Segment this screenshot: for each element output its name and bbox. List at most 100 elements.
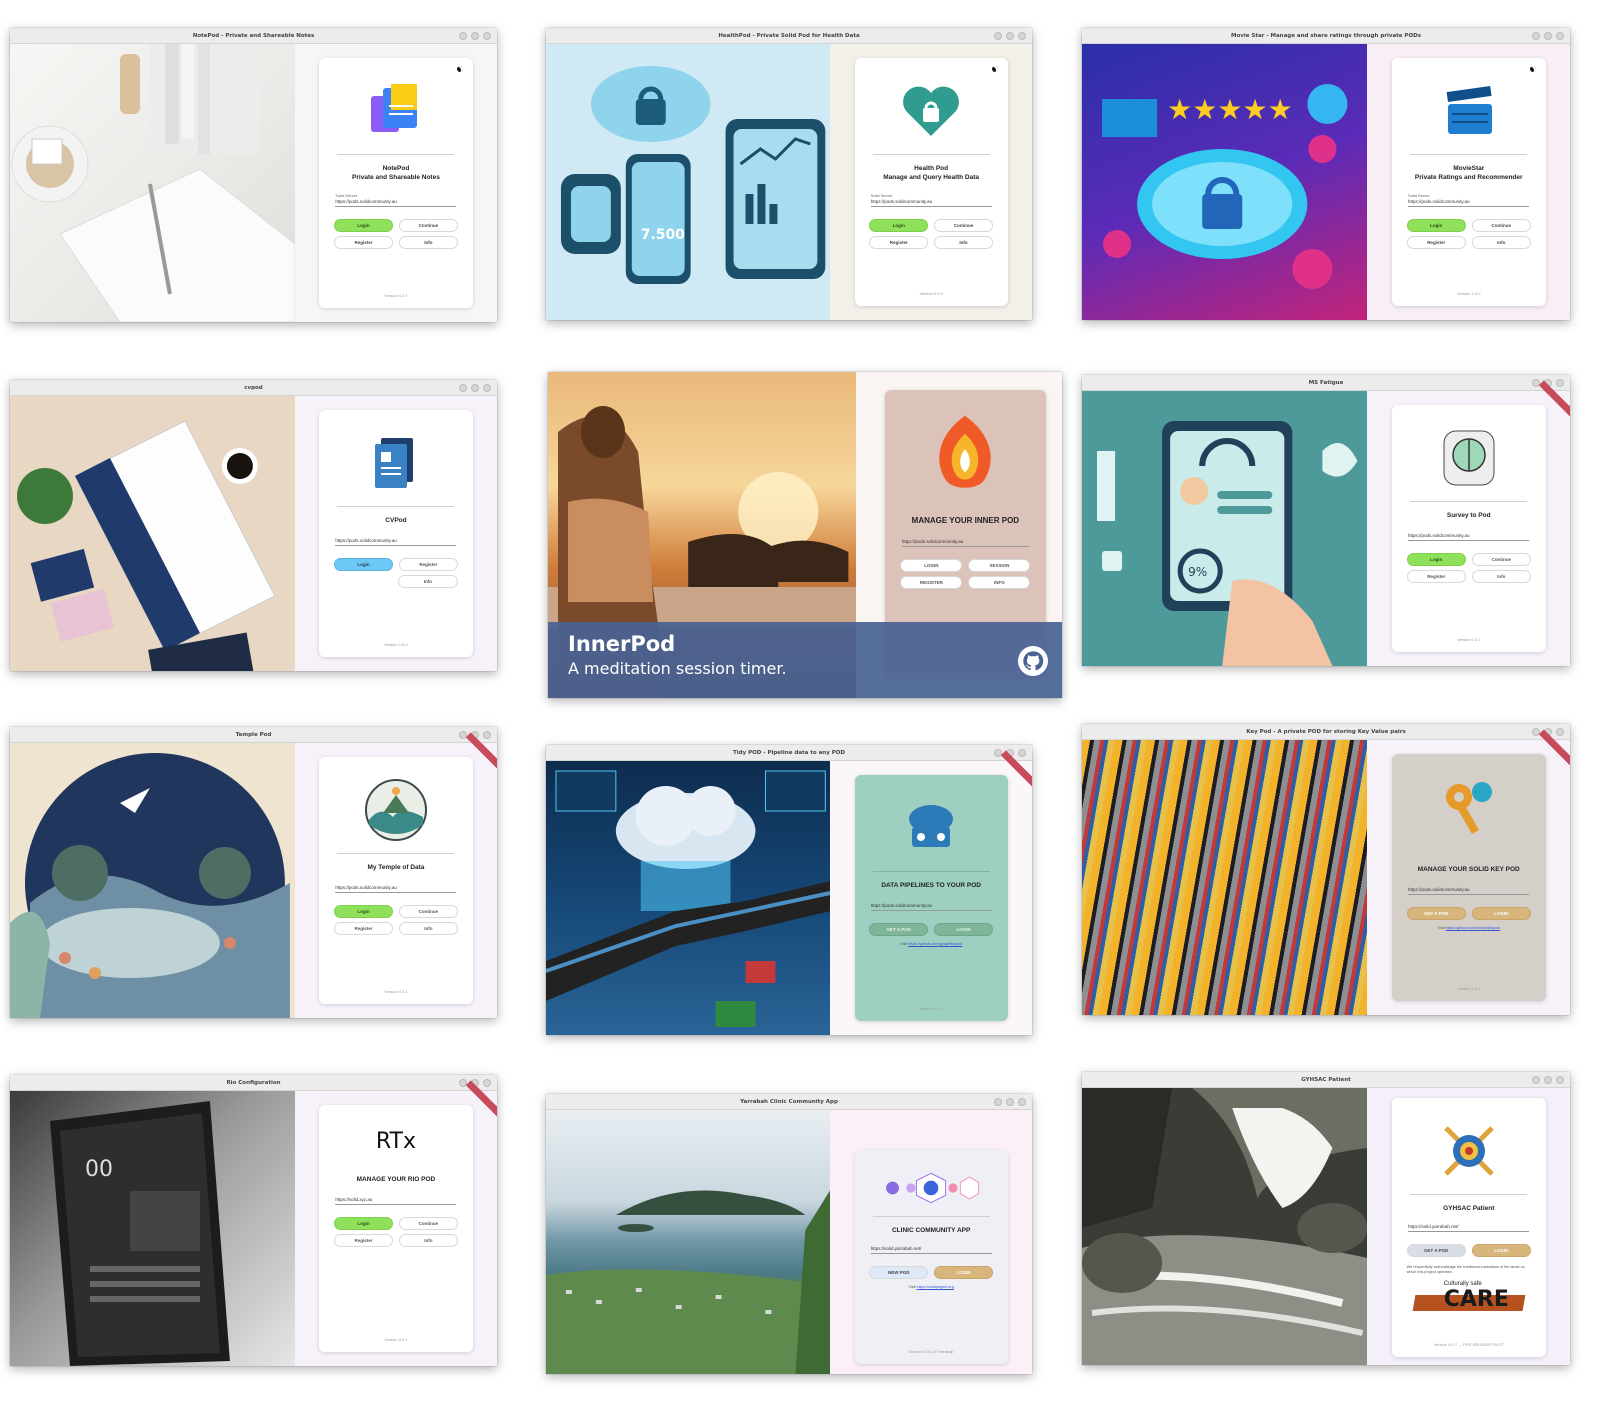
register-button[interactable]: Register: [334, 235, 393, 249]
minimize-button[interactable]: [1532, 1076, 1540, 1084]
maximize-button[interactable]: [471, 32, 479, 40]
minimize-button[interactable]: [459, 384, 467, 392]
titlebar[interactable]: HealthPod - Private Solid Pod for Health…: [546, 28, 1032, 44]
session-button[interactable]: SESSION: [968, 558, 1031, 572]
continue-button[interactable]: Continue: [1471, 552, 1531, 566]
server-url-input[interactable]: https://pods.solidcommunity.au: [901, 539, 1029, 547]
close-button[interactable]: [1018, 32, 1026, 40]
get-a-pod-button[interactable]: GET A POD: [1406, 906, 1466, 920]
login-button[interactable]: LOGIN: [934, 1265, 993, 1279]
titlebar[interactable]: NotePod - Private and Shareable Notes: [10, 28, 497, 44]
close-button[interactable]: [1556, 728, 1564, 736]
titlebar[interactable]: Rio Configuration: [10, 1075, 497, 1091]
register-button[interactable]: Register: [334, 921, 393, 935]
new-pod-button[interactable]: NEW POD: [869, 1265, 929, 1279]
close-button[interactable]: [1018, 749, 1026, 757]
version-label: Version 1.0.0: [1457, 291, 1481, 296]
register-button[interactable]: Register: [334, 1233, 393, 1247]
solid-link[interactable]: https://solidproject.org: [917, 1285, 954, 1289]
github-link[interactable]: https://github.com/anusii/keypod: [1446, 926, 1500, 930]
register-button[interactable]: Register: [1406, 235, 1466, 249]
login-button[interactable]: LOGIN: [1471, 906, 1531, 920]
minimize-button[interactable]: [994, 1098, 1002, 1106]
info-button[interactable]: Info: [398, 921, 458, 935]
info-button[interactable]: Info: [1471, 235, 1531, 249]
login-button[interactable]: Login: [334, 1216, 393, 1230]
info-button[interactable]: Info: [397, 574, 458, 588]
continue-button[interactable]: Continue: [398, 218, 458, 232]
login-button[interactable]: LOGIN: [934, 922, 993, 936]
info-button[interactable]: Info: [934, 235, 993, 249]
close-button[interactable]: [483, 32, 491, 40]
version-label: Version 0.0.1: [1457, 986, 1481, 991]
maximize-button[interactable]: [1006, 1098, 1014, 1106]
login-button[interactable]: Login: [869, 218, 929, 232]
close-button[interactable]: [1556, 379, 1564, 387]
login-button[interactable]: Login: [334, 904, 393, 918]
continue-button[interactable]: Continue: [1471, 218, 1531, 232]
login-button[interactable]: LOGIN: [900, 558, 963, 572]
register-button[interactable]: Register: [398, 557, 458, 571]
close-button[interactable]: [1556, 32, 1564, 40]
login-button[interactable]: Login: [1406, 552, 1466, 566]
login-button[interactable]: Login: [334, 557, 393, 571]
dark-mode-icon[interactable]: [456, 66, 463, 72]
close-button[interactable]: [483, 731, 491, 739]
titlebar[interactable]: Tidy POD - Pipeline data to any POD: [546, 745, 1032, 761]
login-button[interactable]: LOGIN: [1471, 1243, 1531, 1257]
maximize-button[interactable]: [1544, 1076, 1552, 1084]
minimize-button[interactable]: [1532, 32, 1540, 40]
dark-mode-icon[interactable]: [1529, 66, 1536, 72]
server-url-input[interactable]: https://pods.solidcommunity.au: [870, 903, 992, 911]
info-button[interactable]: Info: [398, 1233, 458, 1247]
info-button[interactable]: Info: [398, 235, 458, 249]
server-url-input[interactable]: https://pods.solidcommunity.au: [1408, 887, 1530, 895]
continue-button[interactable]: Continue: [398, 1216, 458, 1230]
titlebar[interactable]: Key Pod - A private POD for storing Key …: [1082, 724, 1570, 740]
login-pane: CVPod https://pods.solidcommunity.au Log…: [294, 396, 497, 671]
close-button[interactable]: [483, 384, 491, 392]
maximize-button[interactable]: [1544, 32, 1552, 40]
register-button[interactable]: Register: [1406, 569, 1466, 583]
minimize-button[interactable]: [459, 32, 467, 40]
continue-button[interactable]: Continue: [398, 904, 458, 918]
tidypod-window: Tidy POD - Pipeline data to any POD DATA…: [546, 745, 1032, 1035]
rtx-logo: RTx: [375, 1129, 417, 1154]
login-pane: NotePod Private and Shareable Notes Soli…: [294, 44, 497, 322]
titlebar[interactable]: Temple Pod: [10, 727, 497, 743]
register-button[interactable]: REGISTER: [900, 575, 963, 589]
visit-line: Visit https://github.com/gjwgit/tidypod: [900, 941, 963, 946]
login-button[interactable]: Login: [1406, 218, 1466, 232]
maximize-button[interactable]: [471, 384, 479, 392]
github-link[interactable]: https://github.com/gjwgit/tidypod: [908, 942, 962, 946]
close-button[interactable]: [1556, 1076, 1564, 1084]
info-button[interactable]: INFO: [968, 575, 1031, 589]
titlebar[interactable]: cvpod: [10, 380, 497, 396]
server-url-input[interactable]: https://pods.solidcommunity.au: [335, 885, 457, 893]
server-url-input[interactable]: https://solid.xyz.au: [335, 1197, 457, 1205]
server-url-input[interactable]: https://pods.solidcommunity.au: [335, 199, 457, 207]
close-button[interactable]: [483, 1079, 491, 1087]
get-a-pod-button[interactable]: GET A POD: [869, 922, 929, 936]
titlebar[interactable]: Movie Star - Manage and share ratings th…: [1082, 28, 1570, 44]
get-a-pod-button[interactable]: GET A POD: [1406, 1243, 1466, 1257]
info-button[interactable]: Info: [1471, 569, 1531, 583]
github-icon[interactable]: [1018, 646, 1048, 676]
maximize-button[interactable]: [1006, 32, 1014, 40]
server-url-input[interactable]: https://pods.solidcommunity.au: [1408, 533, 1530, 541]
server-url-input[interactable]: https://pods.solidcommunity.au: [870, 199, 992, 207]
server-url-input[interactable]: https://solid.yarrabah.net/: [870, 1246, 992, 1254]
dark-mode-icon[interactable]: [991, 66, 998, 72]
titlebar[interactable]: GYHSAC Patient: [1082, 1072, 1570, 1088]
titlebar[interactable]: MS Fatigue: [1082, 375, 1570, 391]
server-url-input[interactable]: https://pods.solidcommunity.au: [335, 538, 457, 546]
minimize-button[interactable]: [994, 32, 1002, 40]
close-button[interactable]: [1018, 1098, 1026, 1106]
continue-button[interactable]: Continue: [934, 218, 993, 232]
register-button[interactable]: Register: [869, 235, 929, 249]
titlebar[interactable]: Yarrabah Clinic Community App: [546, 1094, 1032, 1110]
server-url-input[interactable]: https://solid.yarrabah.net/: [1408, 1224, 1530, 1232]
server-url-input[interactable]: https://pods.solidcommunity.au: [1408, 199, 1530, 207]
login-button[interactable]: Login: [334, 218, 393, 232]
app-heading: MANAGE YOUR INNER POD: [911, 516, 1020, 525]
